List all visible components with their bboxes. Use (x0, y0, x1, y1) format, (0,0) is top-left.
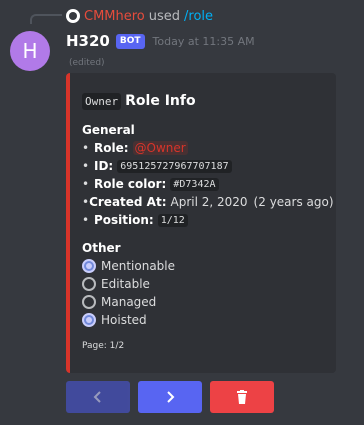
radio-checked-icon (82, 313, 96, 327)
field-label: Created At: (89, 195, 167, 209)
action-row (66, 381, 274, 413)
reply-command[interactable]: /role (184, 9, 213, 24)
field-label: Role color: (94, 177, 167, 191)
option-editable: Editable (82, 275, 324, 293)
option-label: Managed (101, 295, 157, 309)
option-label: Hoisted (101, 313, 147, 327)
bullet: • (82, 141, 90, 155)
field-created-at: • Created At: April 2, 2020 (2 years ago… (82, 193, 334, 211)
field-label: Position: (94, 213, 154, 227)
reply-used-text: used (148, 8, 181, 24)
field-value-code: #D7342A (170, 177, 219, 191)
delete-button[interactable] (210, 381, 274, 413)
reply-reference[interactable]: CMMhero used /role (66, 7, 213, 25)
embed-title-text: Role Info (125, 93, 196, 109)
field-value-code: 1/12 (157, 213, 188, 227)
option-label: Editable (101, 277, 150, 291)
radio-unchecked-icon (82, 295, 96, 309)
other-heading: Other (82, 241, 121, 255)
chevron-right-icon (167, 391, 175, 403)
embed-title: Owner Role Info (82, 91, 324, 111)
field-label: Role: (94, 141, 129, 155)
chevron-left-icon (93, 391, 101, 403)
bullet: • (82, 159, 90, 173)
bullet: • (82, 177, 90, 191)
bullet: • (82, 195, 90, 209)
field-label: ID: (94, 159, 114, 173)
option-mentionable: Mentionable (82, 257, 324, 275)
message-header: H320 BOT Today at 11:35 AM (66, 31, 255, 51)
edited-label: (edited) (69, 58, 105, 68)
field-position: • Position: 1/12 (82, 211, 324, 229)
reply-avatar-icon (66, 9, 80, 23)
radio-checked-icon (82, 259, 96, 273)
option-hoisted: Hoisted (82, 311, 324, 329)
embed-title-role-code: Owner (82, 92, 122, 110)
previous-page-button[interactable] (66, 381, 130, 413)
bullet: • (82, 213, 90, 227)
embed: Owner Role Info General • Role: @Owner •… (66, 73, 336, 373)
bot-badge: BOT (115, 33, 145, 49)
avatar[interactable]: H (10, 31, 50, 71)
timestamp: Today at 11:35 AM (152, 34, 255, 48)
option-managed: Managed (82, 293, 324, 311)
username[interactable]: H320 (66, 32, 110, 50)
reply-username[interactable]: CMMhero (84, 9, 145, 24)
field-role-color: • Role color: #D7342A (82, 175, 324, 193)
radio-unchecked-icon (82, 277, 96, 291)
field-role: • Role: @Owner (82, 139, 324, 157)
field-value-code: 695125727967707187 (117, 159, 232, 173)
next-page-button[interactable] (138, 381, 202, 413)
role-mention[interactable]: @Owner (132, 141, 188, 155)
field-id: • ID: 695125727967707187 (82, 157, 324, 175)
general-heading: General (82, 123, 135, 137)
field-value-date: April 2, 2020 (2 years ago) (170, 195, 334, 209)
embed-footer: Page: 1/2 (82, 341, 125, 351)
trash-icon (237, 390, 247, 404)
option-label: Mentionable (101, 259, 176, 273)
reply-spine (30, 14, 62, 24)
avatar-letter: H (22, 39, 38, 63)
